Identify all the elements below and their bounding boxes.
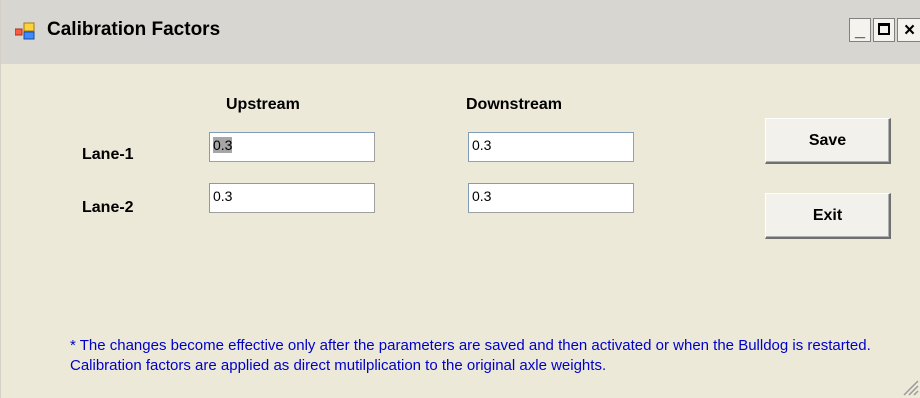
lane-1-label: Lane-1 <box>82 146 134 163</box>
title-bar[interactable]: Calibration Factors _ × <box>1 0 920 64</box>
save-button[interactable]: Save <box>765 118 891 164</box>
downstream-header: Downstream <box>466 96 563 113</box>
resize-grip-icon[interactable] <box>899 376 919 396</box>
lane-1-downstream-value: 0.3 <box>472 137 492 153</box>
close-button[interactable]: × <box>897 18 920 42</box>
app-icon <box>15 22 35 40</box>
info-note: * The changes become effective only afte… <box>70 337 871 374</box>
lane-2-label: Lane-2 <box>82 199 134 216</box>
lane-2-upstream-field[interactable]: 0.3 <box>209 183 375 213</box>
exit-button[interactable]: Exit <box>765 193 891 239</box>
minimize-icon: _ <box>854 20 865 40</box>
lane-1-downstream-field[interactable]: 0.3 <box>468 132 634 162</box>
maximize-icon <box>878 23 890 35</box>
lane-2-downstream-field[interactable]: 0.3 <box>468 183 634 213</box>
upstream-header: Upstream <box>226 96 300 113</box>
close-icon: × <box>903 20 916 41</box>
window-title: Calibration Factors <box>47 19 221 40</box>
calibration-factors-window: Calibration Factors _ × Upstream Downstr… <box>0 0 920 398</box>
maximize-button[interactable] <box>873 18 895 42</box>
lane-1-upstream-field[interactable]: 0.3 <box>209 132 375 162</box>
minimize-button[interactable]: _ <box>849 18 871 42</box>
lane-2-downstream-value: 0.3 <box>472 188 492 204</box>
lane-2-upstream-value: 0.3 <box>213 188 233 204</box>
lane-1-upstream-value: 0.3 <box>213 137 233 153</box>
